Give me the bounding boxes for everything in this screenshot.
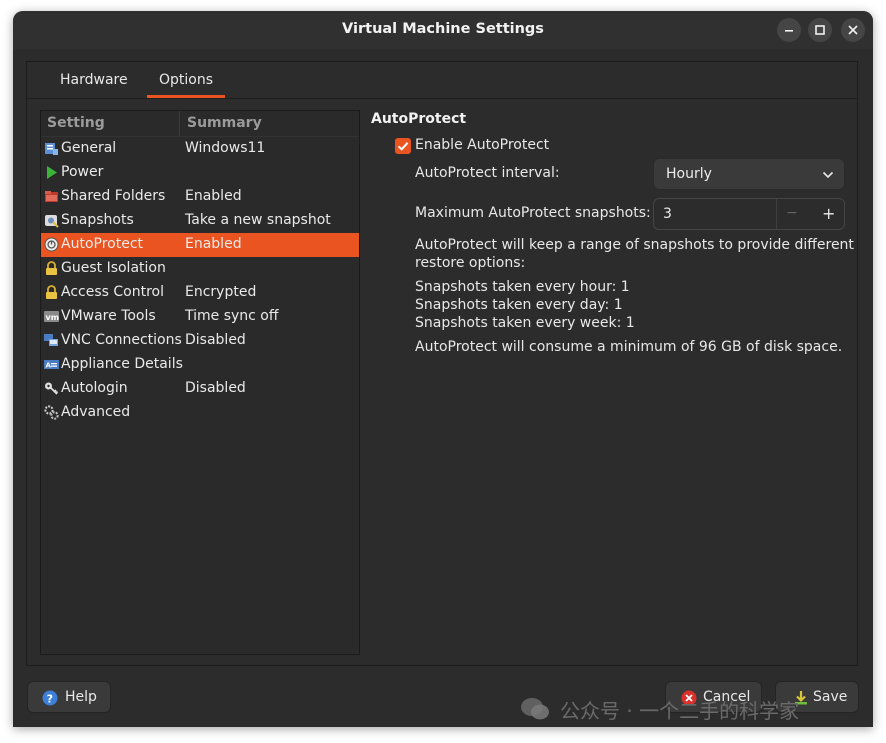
setting-summary: Enabled [185,236,242,252]
chevron-down-icon [822,171,834,179]
setting-summary: Windows11 [185,140,266,156]
setting-name: VMware Tools [61,308,156,324]
setting-summary: Encrypted [185,284,257,300]
svg-text:vm: vm [46,313,60,322]
weekly-snapshots-text: Snapshots taken every week: 1 [415,315,635,331]
header-summary[interactable]: Summary [187,115,262,131]
svg-text:A: A [46,362,52,370]
list-item-vmware-tools[interactable]: vm VMware Tools Time sync off [41,305,359,329]
setting-name: Appliance Details [61,356,183,372]
max-snapshots-label: Maximum AutoProtect snapshots: [415,205,651,221]
list-item-vnc-connections[interactable]: VNC Connections Disabled [41,329,359,353]
description-line-2: restore options: [415,255,526,271]
panel-title: AutoProtect [371,111,467,127]
general-icon [45,143,58,155]
svg-text:?: ? [47,692,53,705]
setting-name: VNC Connections [61,332,182,348]
list-item-snapshots[interactable]: Snapshots Take a new snapshot [41,209,359,233]
title-bar: Virtual Machine Settings [13,11,873,49]
help-label: Help [65,689,97,705]
setting-name: AutoProtect [61,236,144,252]
setting-summary: Disabled [185,332,246,348]
setting-summary: Time sync off [185,308,279,324]
maximize-icon[interactable] [808,18,832,42]
disk-consumption-text: AutoProtect will consume a minimum of 96… [415,339,843,355]
appliance-icon: A [44,360,59,370]
vnc-icon [44,334,58,346]
enable-autoprotect-checkbox[interactable] [395,138,411,154]
setting-summary: Disabled [185,380,246,396]
checkmark-icon [397,142,409,151]
setting-name: Snapshots [61,212,134,228]
play-icon [47,166,57,179]
lock-icon [46,285,57,299]
interval-value: Hourly [666,166,712,182]
snapshot-icon [45,215,59,228]
folder-icon [45,191,58,202]
list-item-autologin[interactable]: Autologin Disabled [41,377,359,401]
list-item-autoprotect[interactable]: AutoProtect Enabled [41,233,359,257]
setting-summary: Take a new snapshot [185,212,331,228]
help-icon: ? [42,690,58,706]
hourly-snapshots-text: Snapshots taken every hour: 1 [415,279,630,295]
setting-summary: Enabled [185,188,242,204]
header-setting[interactable]: Setting [47,115,105,131]
key-icon [45,382,59,395]
stepper-divider [776,199,777,229]
list-item-power[interactable]: Power [41,161,359,185]
save-label: Save [813,689,848,705]
decrement-button[interactable]: − [786,205,798,221]
settings-list: Setting Summary General Windows11 Power … [40,110,360,655]
tab-bar: Hardware Options [27,62,857,99]
autoprotect-icon [44,237,59,252]
lock-icon [46,261,57,275]
description-line-1: AutoProtect will keep a range of snapsho… [415,237,854,253]
wechat-icon [521,698,549,720]
list-item-guest-isolation[interactable]: Guest Isolation [41,257,359,281]
list-item-general[interactable]: General Windows11 [41,137,359,161]
max-snapshots-value[interactable]: 3 [663,206,672,222]
list-header: Setting Summary [41,111,359,137]
list-item-appliance-details[interactable]: A Appliance Details [41,353,359,377]
gears-icon [44,405,59,420]
window-title: Virtual Machine Settings [342,21,544,37]
setting-name: Guest Isolation [61,260,166,276]
setting-name: Power [61,164,104,180]
list-item-access-control[interactable]: Access Control Encrypted [41,281,359,305]
help-button[interactable]: ? Help [27,681,111,713]
increment-button[interactable]: + [822,204,835,223]
setting-name: Autologin [61,380,128,396]
close-icon[interactable] [841,18,865,42]
list-item-advanced[interactable]: Advanced [41,401,359,425]
tab-hardware[interactable]: Hardware [48,62,140,98]
max-snapshots-stepper[interactable]: 3 − + [653,198,845,230]
watermark-text: 公众号 · 一个二手的科学家 [560,699,800,723]
list-item-shared-folders[interactable]: Shared Folders Enabled [41,185,359,209]
daily-snapshots-text: Snapshots taken every day: 1 [415,297,623,313]
setting-name: Access Control [61,284,164,300]
enable-autoprotect-label[interactable]: Enable AutoProtect [415,137,549,153]
interval-dropdown[interactable]: Hourly [653,158,845,190]
minimize-icon[interactable] [777,18,801,42]
interval-label: AutoProtect interval: [415,165,560,181]
tab-options[interactable]: Options [147,62,226,98]
setting-name: General [61,140,117,156]
setting-name: Advanced [61,404,131,420]
setting-name: Shared Folders [61,188,166,204]
header-divider [179,111,180,136]
vm-icon: vm [44,311,60,322]
